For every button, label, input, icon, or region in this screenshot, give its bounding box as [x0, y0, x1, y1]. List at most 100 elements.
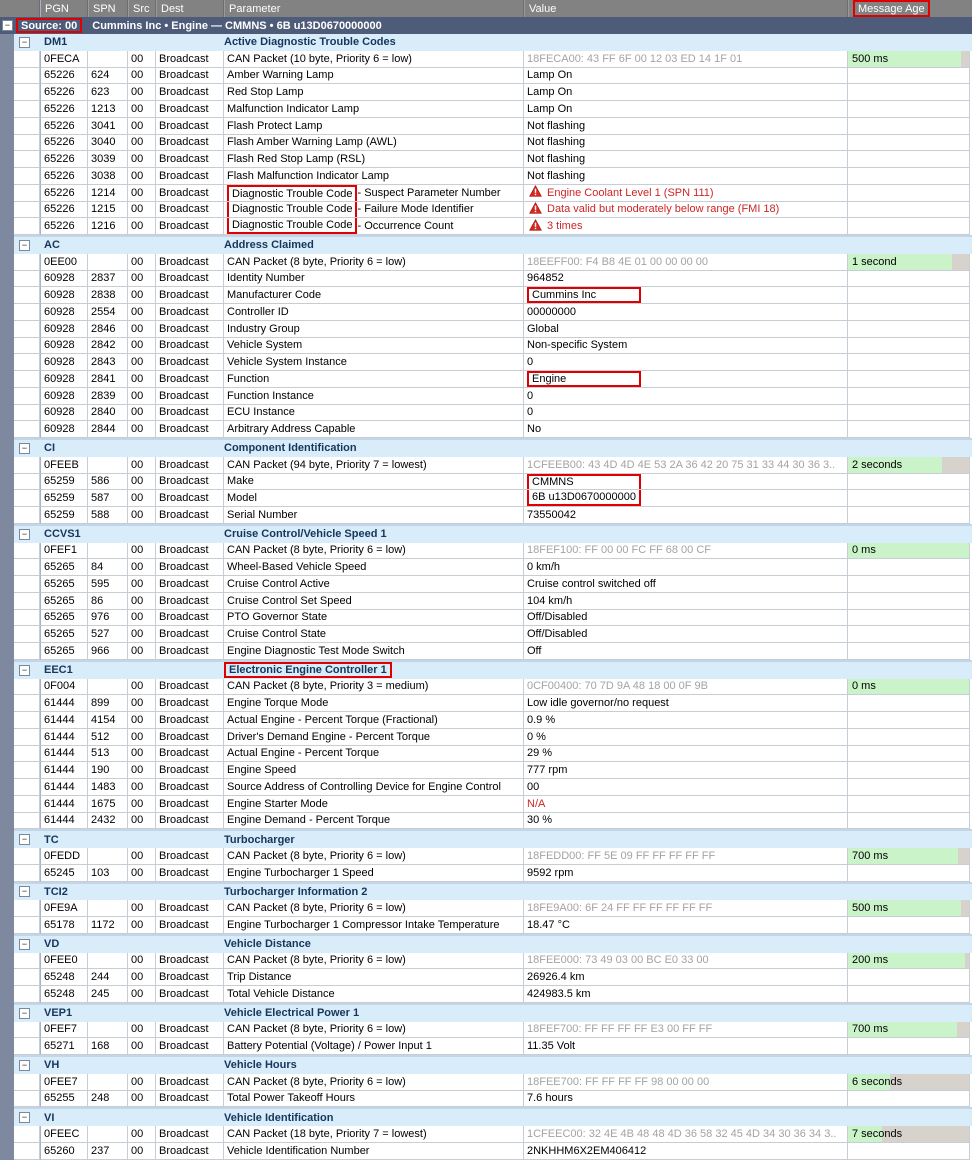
table-row[interactable]: 6144451300BroadcastActual Engine - Perce… — [14, 746, 972, 763]
table-row[interactable]: 60928255400BroadcastController ID0000000… — [14, 304, 972, 321]
spn-cell: 1216 — [88, 218, 128, 235]
table-row[interactable]: 60928283800BroadcastManufacturer CodeCum… — [14, 287, 972, 304]
table-row[interactable]: 0FEEB00BroadcastCAN Packet (94 byte, Pri… — [14, 457, 972, 474]
column-header-pgn[interactable]: PGN — [40, 0, 88, 17]
table-row[interactable]: 61444243200BroadcastEngine Demand - Perc… — [14, 813, 972, 830]
table-row[interactable]: 6526023700BroadcastVehicle Identificatio… — [14, 1143, 972, 1160]
message-age-cell — [848, 421, 970, 438]
section-header-row[interactable]: −ACAddress Claimed — [14, 237, 972, 254]
table-row[interactable]: 6525958700BroadcastModel6B u13D067000000… — [14, 490, 972, 507]
collapse-toggle-icon[interactable]: − — [2, 20, 13, 31]
table-row[interactable]: 0FEE700BroadcastCAN Packet (8 byte, Prio… — [14, 1074, 972, 1091]
column-header-parameter[interactable]: Parameter — [224, 0, 524, 17]
table-row[interactable]: 6525524800BroadcastTotal Power Takeoff H… — [14, 1091, 972, 1108]
table-row[interactable]: 65226121400BroadcastDiagnostic Trouble C… — [14, 185, 972, 202]
table-row[interactable]: 61444148300BroadcastSource Address of Co… — [14, 779, 972, 796]
table-row[interactable]: 60928284000BroadcastECU Instance0 — [14, 405, 972, 422]
collapse-toggle-icon[interactable]: − — [19, 443, 30, 454]
column-header-src[interactable]: Src — [128, 0, 156, 17]
table-row[interactable]: 6524824500BroadcastTotal Vehicle Distanc… — [14, 986, 972, 1003]
table-row[interactable]: 60928284200BroadcastVehicle SystemNon-sp… — [14, 338, 972, 355]
table-row[interactable]: 0F00400BroadcastCAN Packet (8 byte, Prio… — [14, 679, 972, 696]
table-row[interactable]: 60928284400BroadcastArbitrary Address Ca… — [14, 421, 972, 438]
src-cell: 00 — [128, 202, 156, 219]
table-row[interactable]: 65226304100BroadcastFlash Protect LampNo… — [14, 118, 972, 135]
parameter-cell: Vehicle System Instance — [224, 354, 524, 371]
section-title-cell: Turbocharger Information 2 — [224, 886, 972, 898]
table-row[interactable]: 60928284300BroadcastVehicle System Insta… — [14, 354, 972, 371]
collapse-toggle-icon[interactable]: − — [19, 240, 30, 251]
table-row[interactable]: 6526596600BroadcastEngine Diagnostic Tes… — [14, 643, 972, 660]
dest-cell: Broadcast — [156, 1091, 224, 1108]
collapse-toggle-icon[interactable]: − — [19, 1060, 30, 1071]
table-row[interactable]: 60928284600BroadcastIndustry GroupGlobal — [14, 321, 972, 338]
table-row[interactable]: 0FEF700BroadcastCAN Packet (8 byte, Prio… — [14, 1022, 972, 1039]
table-row[interactable]: 6144489900BroadcastEngine Torque ModeLow… — [14, 695, 972, 712]
table-row[interactable]: 0FECA00BroadcastCAN Packet (10 byte, Pri… — [14, 51, 972, 68]
table-row[interactable]: 65226121600BroadcastDiagnostic Trouble C… — [14, 218, 972, 235]
table-row[interactable]: 6144451200BroadcastDriver's Demand Engin… — [14, 729, 972, 746]
table-row[interactable]: 6525958600BroadcastMakeCMMNS — [14, 474, 972, 491]
value-cell: 00000000 — [524, 304, 848, 321]
section-header-row[interactable]: −EEC1Electronic Engine Controller 1 — [14, 662, 972, 679]
table-row[interactable]: 65178117200BroadcastEngine Turbocharger … — [14, 917, 972, 934]
collapse-toggle-icon[interactable]: − — [19, 886, 30, 897]
collapse-toggle-icon[interactable]: − — [19, 529, 30, 540]
collapse-toggle-icon[interactable]: − — [19, 939, 30, 950]
section-header-row[interactable]: −DM1Active Diagnostic Trouble Codes — [14, 34, 972, 51]
table-row[interactable]: 6525958800BroadcastSerial Number73550042 — [14, 507, 972, 524]
table-row[interactable]: 6522662300BroadcastRed Stop LampLamp On — [14, 84, 972, 101]
collapse-toggle-icon[interactable]: − — [19, 665, 30, 676]
spn-cell — [88, 457, 128, 474]
pgn-cell: 0EE00 — [40, 254, 88, 271]
section-header-row[interactable]: −VHVehicle Hours — [14, 1057, 972, 1074]
table-row[interactable]: 6527116800BroadcastBattery Potential (Vo… — [14, 1038, 972, 1055]
section-header-row[interactable]: −TCTurbocharger — [14, 831, 972, 848]
table-row[interactable]: 6524510300BroadcastEngine Turbocharger 1… — [14, 865, 972, 882]
table-row[interactable]: 6144419000BroadcastEngine Speed777 rpm — [14, 762, 972, 779]
column-header-message-age[interactable]: Message Age — [848, 0, 971, 17]
parameter-cell: Engine Diagnostic Test Mode Switch — [224, 643, 524, 660]
source-row[interactable]: − Source: 00 Cummins Inc • Engine — CMMN… — [0, 17, 972, 34]
section-header-row[interactable]: −VDVehicle Distance — [14, 936, 972, 953]
table-row[interactable]: 0EE0000BroadcastCAN Packet (8 byte, Prio… — [14, 254, 972, 271]
spn-cell: 4154 — [88, 712, 128, 729]
table-row[interactable]: 61444167500BroadcastEngine Starter ModeN… — [14, 796, 972, 813]
collapse-toggle-icon[interactable]: − — [19, 834, 30, 845]
table-row[interactable]: 6526597600BroadcastPTO Governor StateOff… — [14, 610, 972, 627]
table-row[interactable]: 65226304000BroadcastFlash Amber Warning … — [14, 135, 972, 152]
table-row[interactable]: 6524824400BroadcastTrip Distance26926.4 … — [14, 969, 972, 986]
table-row[interactable]: 65226121300BroadcastMalfunction Indicato… — [14, 101, 972, 118]
table-row[interactable]: 652658600BroadcastCruise Control Set Spe… — [14, 593, 972, 610]
table-row[interactable]: 60928283700BroadcastIdentity Number96485… — [14, 271, 972, 288]
table-row[interactable]: 61444415400BroadcastActual Engine - Perc… — [14, 712, 972, 729]
section-header-row[interactable]: −VEP1Vehicle Electrical Power 1 — [14, 1005, 972, 1022]
table-row[interactable]: 6526552700BroadcastCruise Control StateO… — [14, 626, 972, 643]
row-indent — [14, 729, 40, 746]
section-header-row[interactable]: −CIComponent Identification — [14, 440, 972, 457]
table-row[interactable]: 0FEEC00BroadcastCAN Packet (18 byte, Pri… — [14, 1126, 972, 1143]
table-row[interactable]: 0FEF100BroadcastCAN Packet (8 byte, Prio… — [14, 543, 972, 560]
collapse-toggle-icon[interactable]: − — [19, 1112, 30, 1123]
table-row[interactable]: 0FEDD00BroadcastCAN Packet (8 byte, Prio… — [14, 848, 972, 865]
table-row[interactable]: 60928284100BroadcastFunctionEngine — [14, 371, 972, 388]
collapse-toggle-icon[interactable]: − — [19, 1008, 30, 1019]
spn-cell — [88, 848, 128, 865]
section-header-row[interactable]: −CCVS1Cruise Control/Vehicle Speed 1 — [14, 526, 972, 543]
section-header-row[interactable]: −TCI2Turbocharger Information 2 — [14, 884, 972, 901]
table-row[interactable]: 0FEE000BroadcastCAN Packet (8 byte, Prio… — [14, 953, 972, 970]
table-row[interactable]: 60928283900BroadcastFunction Instance0 — [14, 388, 972, 405]
column-header-spn[interactable]: SPN — [88, 0, 128, 17]
section-header-row[interactable]: −VIVehicle Identification — [14, 1109, 972, 1126]
table-row[interactable]: 0FE9A00BroadcastCAN Packet (8 byte, Prio… — [14, 900, 972, 917]
column-header-value[interactable]: Value — [524, 0, 848, 17]
column-header-dest[interactable]: Dest — [156, 0, 224, 17]
spn-cell — [88, 1022, 128, 1039]
table-row[interactable]: 65226303800BroadcastFlash Malfunction In… — [14, 168, 972, 185]
table-row[interactable]: 6522662400BroadcastAmber Warning LampLam… — [14, 68, 972, 85]
table-row[interactable]: 652658400BroadcastWheel-Based Vehicle Sp… — [14, 559, 972, 576]
table-row[interactable]: 6526559500BroadcastCruise Control Active… — [14, 576, 972, 593]
table-row[interactable]: 65226121500BroadcastDiagnostic Trouble C… — [14, 202, 972, 219]
collapse-toggle-icon[interactable]: − — [19, 37, 30, 48]
table-row[interactable]: 65226303900BroadcastFlash Red Stop Lamp … — [14, 151, 972, 168]
